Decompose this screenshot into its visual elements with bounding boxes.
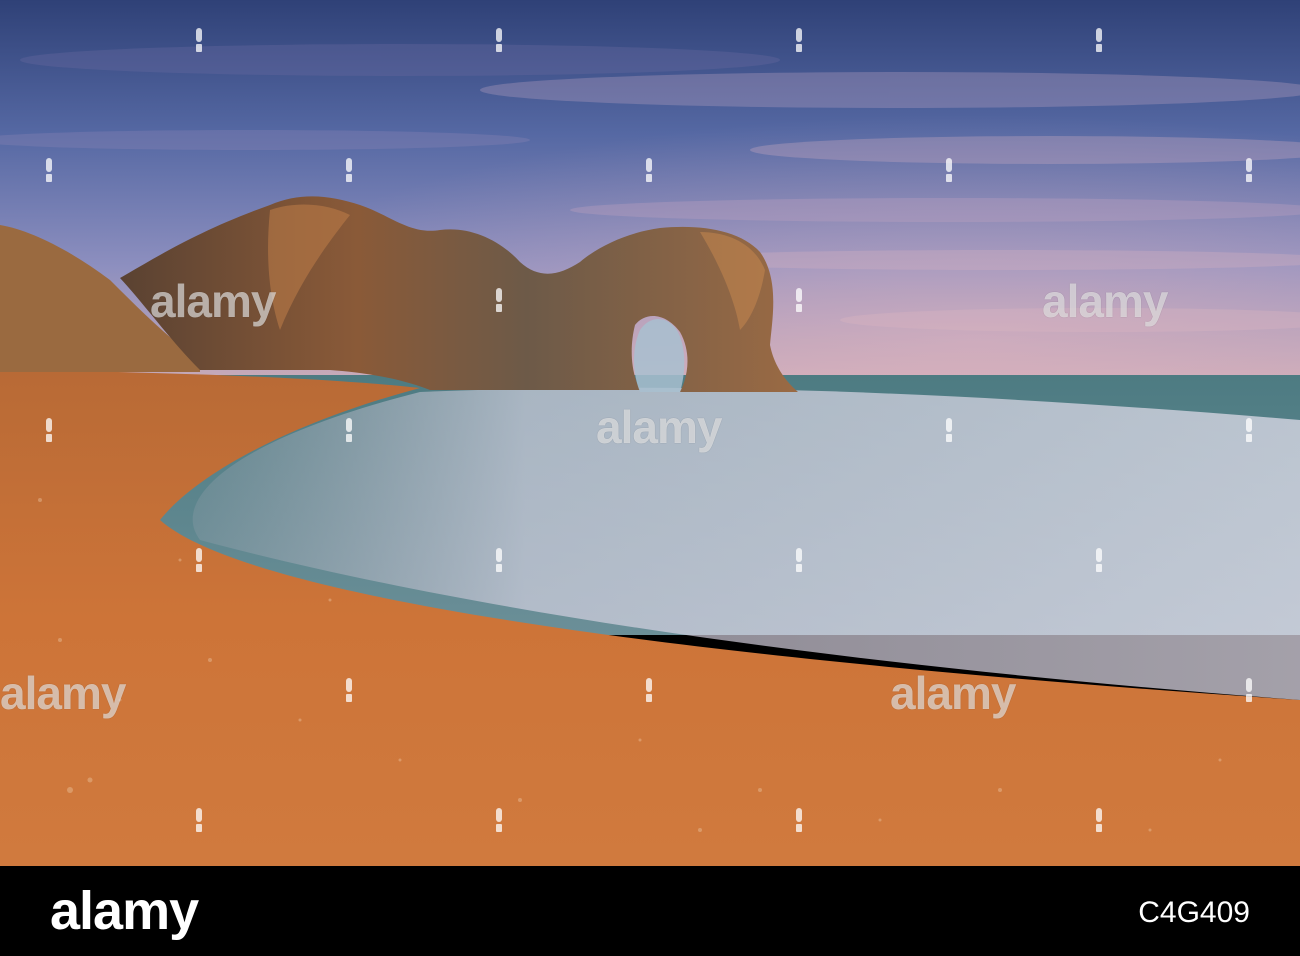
watermark-mark-icon — [343, 158, 355, 182]
watermark-alamy: alamy — [1042, 275, 1168, 327]
watermark-mark-icon — [1243, 678, 1255, 702]
watermark-mark-icon — [793, 28, 805, 52]
watermark-mark-icon — [193, 808, 205, 832]
watermark-mark-icon — [1243, 158, 1255, 182]
watermark-mark-icon — [343, 678, 355, 702]
watermark-alamy: alamy — [0, 667, 126, 719]
watermark-mark-icon — [1093, 28, 1105, 52]
watermark-mark-icon — [43, 158, 55, 182]
watermark-mark-icon — [793, 808, 805, 832]
durdle-door-photograph: alamy alamy alamy alamy alamy — [0, 0, 1300, 866]
watermark-mark-icon — [493, 288, 505, 312]
watermark-mark-icon — [493, 548, 505, 572]
watermark-mark-icon — [793, 288, 805, 312]
watermark-mark-icon — [643, 158, 655, 182]
watermark-mark-icon — [1093, 808, 1105, 832]
watermark-mark-icon — [493, 808, 505, 832]
watermark-alamy: alamy — [596, 401, 722, 453]
watermark-mark-icon — [1093, 548, 1105, 572]
watermark-alamy: alamy — [890, 667, 1016, 719]
watermark-mark-icon — [193, 28, 205, 52]
watermark-mark-icon — [493, 28, 505, 52]
watermark-mark-icon — [943, 418, 955, 442]
watermark-alamy: alamy — [150, 275, 276, 327]
watermark-mark-icon — [193, 548, 205, 572]
watermark-mark-icon — [793, 548, 805, 572]
footer-bar: alamy C4G409 — [0, 866, 1300, 956]
watermark-mark-icon — [43, 418, 55, 442]
image-id: C4G409 — [1138, 896, 1250, 929]
watermark-mark-icon — [343, 418, 355, 442]
watermark-mark-icon — [943, 158, 955, 182]
watermark-mark-icon — [1243, 418, 1255, 442]
alamy-logo: alamy — [50, 881, 199, 941]
watermark-mark-icon — [643, 678, 655, 702]
